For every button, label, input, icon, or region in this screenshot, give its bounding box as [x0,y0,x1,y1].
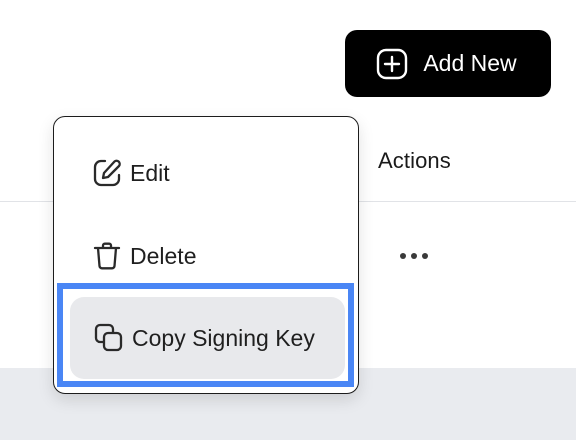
add-new-button[interactable]: Add New [345,30,551,97]
menu-item-copy-signing-key-label: Copy Signing Key [132,324,315,351]
add-new-label: Add New [423,50,517,76]
row-more-actions-button[interactable] [392,244,436,268]
more-horizontal-icon [411,253,417,259]
menu-item-delete[interactable]: Delete [68,226,344,286]
menu-item-copy-signing-key[interactable]: Copy Signing Key [70,297,345,379]
menu-item-edit-label: Edit [130,159,170,186]
trash-icon [90,239,124,273]
row-actions-dropdown: Edit Delete Copy Signing Key [53,116,359,394]
menu-item-edit[interactable]: Edit [68,143,344,203]
more-horizontal-icon [422,253,428,259]
menu-item-delete-label: Delete [130,242,197,269]
actions-column-header: Actions [378,148,451,173]
plus-circle-icon [375,47,409,81]
edit-icon [90,156,124,190]
copy-icon [92,321,126,355]
more-horizontal-icon [400,253,406,259]
